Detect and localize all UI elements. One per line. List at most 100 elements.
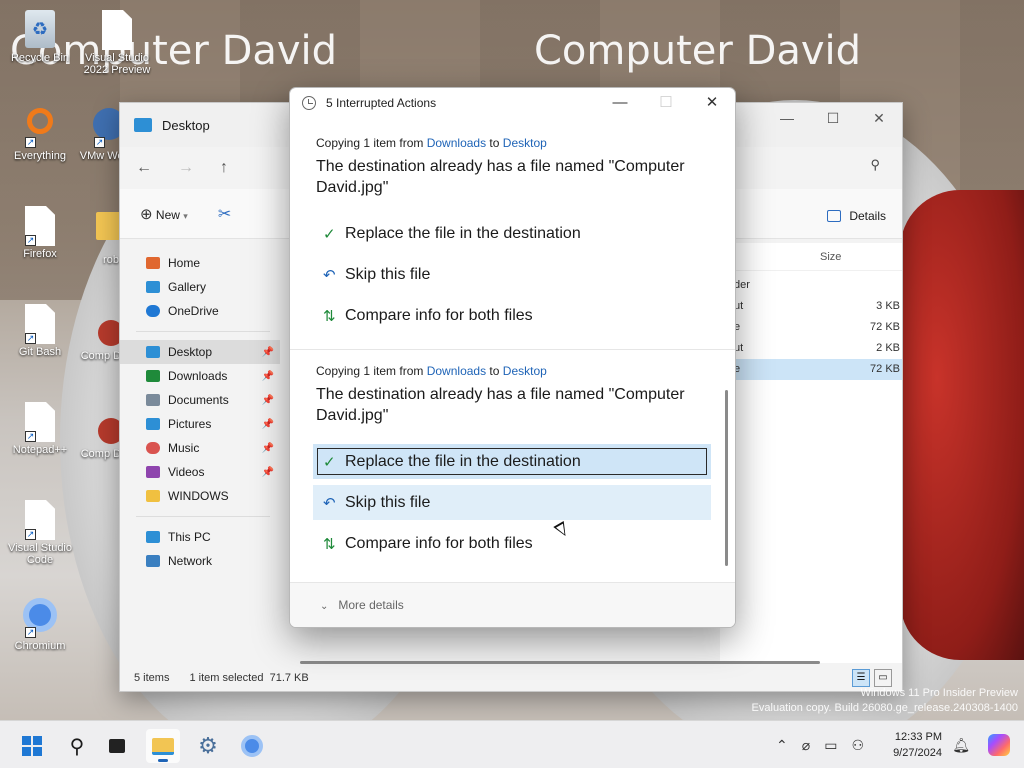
view-switcher: ☰ ▭	[852, 669, 892, 687]
horizontal-scrollbar[interactable]	[300, 661, 820, 664]
file-explorer-taskbar-button[interactable]	[146, 729, 180, 763]
document-icon: ↗	[23, 402, 57, 442]
compare-files-option[interactable]: ⇅ Compare info for both files	[313, 526, 711, 561]
file-list: Size der ut 3 KB e 72 KB ut 2 KB e 72 KB	[720, 243, 902, 663]
settings-status-icon[interactable]: ⚇	[851, 737, 864, 754]
conflict-section: Copying 1 item from Downloads to Desktop…	[290, 118, 735, 349]
back-button[interactable]: ←	[136, 159, 152, 177]
desktop-icon-chromium[interactable]: ↗ Chromium	[1, 598, 79, 652]
file-row-selected[interactable]: e 72 KB	[720, 359, 902, 380]
desktop-icon-firefox[interactable]: ↗ Firefox	[1, 206, 79, 260]
skip-file-option[interactable]: ↶ Skip this file	[313, 257, 711, 292]
close-button[interactable]: ✕	[689, 88, 735, 118]
wallpaper-watermark: Computer David	[534, 28, 862, 74]
explorer-window-controls: — ☐ ✕	[764, 103, 902, 133]
magnifier-icon: ↗	[23, 108, 57, 148]
chevron-up-icon[interactable]: ⌃	[776, 737, 788, 754]
forward-button[interactable]: →	[178, 159, 194, 177]
nav-item-pictures[interactable]: Pictures 📌	[120, 412, 280, 436]
nav-item-this-pc[interactable]: This PC	[120, 525, 280, 549]
replace-file-option[interactable]: ✓ Replace the file in the destination	[313, 444, 711, 479]
source-link[interactable]: Downloads	[427, 364, 486, 378]
system-tray: ⌃ ⌀ ▭ ⚇	[776, 721, 864, 768]
chevron-down-icon: ▾	[183, 210, 188, 221]
explorer-title: Desktop	[162, 117, 210, 133]
search-button[interactable]: ⚲	[60, 729, 94, 763]
nav-item-videos[interactable]: Videos 📌	[120, 460, 280, 484]
dialog-body: Copying 1 item from Downloads to Desktop…	[290, 118, 735, 584]
plus-icon: ⊕	[140, 205, 153, 223]
details-view-button[interactable]: ☰	[852, 669, 870, 687]
desktop-icon-git-bash[interactable]: ↗ Git Bash	[1, 304, 79, 358]
search-icon: ⚲	[69, 735, 85, 758]
desktop-icon-everything[interactable]: ↗ Everything	[1, 108, 79, 162]
nav-item-desktop[interactable]: Desktop 📌	[120, 340, 280, 364]
nav-item-music[interactable]: Music 📌	[120, 436, 280, 460]
nav-item-onedrive[interactable]: OneDrive	[120, 299, 280, 323]
nav-item-network[interactable]: Network	[120, 549, 280, 573]
windows-logo-icon	[22, 736, 42, 756]
nav-item-windows[interactable]: WINDOWS	[120, 484, 280, 508]
taskbar: ⚲ ⚙ ⌃ ⌀ ▭ ⚇ 12:33 PM 9/27/2024 🔔︎	[0, 720, 1024, 768]
nav-divider	[136, 331, 270, 332]
tiles-view-button[interactable]: ▭	[874, 669, 892, 687]
new-button[interactable]: ⊕ New ▾	[140, 205, 188, 223]
desktop-icon-recycle-bin[interactable]: ♻ Recycle Bin	[1, 10, 79, 64]
nav-item-gallery[interactable]: Gallery	[120, 275, 280, 299]
copilot-icon[interactable]	[988, 734, 1010, 756]
column-header-size[interactable]: Size	[720, 243, 902, 271]
maximize-button[interactable]: ☐	[810, 103, 856, 133]
undo-arrow-icon: ↶	[323, 494, 336, 512]
nav-item-downloads[interactable]: Downloads 📌	[120, 364, 280, 388]
skip-file-option[interactable]: ↶ Skip this file	[313, 485, 711, 520]
dialog-footer: ⌄ More details	[290, 582, 735, 627]
conflict-message: The destination already has a file named…	[316, 158, 685, 196]
checkmark-icon: ✓	[323, 225, 336, 243]
file-row[interactable]: der	[720, 275, 902, 296]
network-icon[interactable]: ⌀	[802, 737, 810, 754]
file-row[interactable]: ut 3 KB	[720, 296, 902, 317]
recycle-bin-icon: ♻	[23, 10, 57, 50]
replace-file-option[interactable]: ✓ Replace the file in the destination	[313, 216, 711, 251]
pin-icon: 📌	[261, 418, 274, 430]
dialog-title: 5 Interrupted Actions	[326, 96, 437, 110]
selection-count: 1 item selected	[189, 672, 264, 684]
source-link[interactable]: Downloads	[427, 136, 486, 150]
taskbar-clock[interactable]: 12:33 PM 9/27/2024	[893, 729, 942, 761]
minimize-button[interactable]: —	[764, 103, 810, 133]
nav-item-home[interactable]: Home	[120, 251, 280, 275]
close-button[interactable]: ✕	[856, 103, 902, 133]
desktop-folder-icon	[134, 118, 152, 132]
pin-icon: 📌	[261, 466, 274, 478]
destination-link[interactable]: Desktop	[503, 136, 547, 150]
chromium-taskbar-button[interactable]	[235, 729, 269, 763]
dialog-scrollbar[interactable]	[725, 390, 728, 566]
minimize-button[interactable]: —	[597, 88, 643, 118]
desktop-icon-visual-studio-code[interactable]: ↗ Visual Studio Code	[1, 500, 79, 566]
details-pane-button[interactable]: Details	[827, 209, 886, 223]
download-icon	[146, 370, 160, 382]
destination-link[interactable]: Desktop	[503, 364, 547, 378]
cut-icon[interactable]: ✂	[218, 204, 231, 224]
settings-taskbar-button[interactable]: ⚙	[191, 729, 225, 763]
start-button[interactable]	[15, 729, 49, 763]
desktop-icon	[146, 346, 160, 358]
task-view-button[interactable]	[100, 729, 134, 763]
chromium-icon	[241, 735, 263, 757]
desktop-icon-notepad-plus-plus[interactable]: ↗ Notepad++	[1, 402, 79, 456]
undo-arrow-icon: ↶	[323, 266, 336, 284]
file-row[interactable]: ut 2 KB	[720, 338, 902, 359]
up-button[interactable]: ↑	[220, 159, 228, 177]
maximize-button[interactable]: ☐	[643, 88, 689, 118]
desktop-icon-visual-studio-preview[interactable]: Visual Studio 2022 Preview	[78, 10, 156, 76]
computer-icon	[146, 531, 160, 543]
notification-bell-icon[interactable]: 🔔︎	[952, 737, 970, 754]
display-icon[interactable]: ▭	[824, 737, 837, 754]
file-row[interactable]: e 72 KB	[720, 317, 902, 338]
dialog-window-controls: — ☐ ✕	[597, 88, 735, 118]
document-icon: ↗	[23, 500, 57, 540]
search-icon[interactable]: ⚲	[870, 157, 880, 173]
more-details-button[interactable]: ⌄ More details	[320, 598, 404, 612]
nav-item-documents[interactable]: Documents 📌	[120, 388, 280, 412]
compare-files-option[interactable]: ⇅ Compare info for both files	[313, 298, 711, 333]
